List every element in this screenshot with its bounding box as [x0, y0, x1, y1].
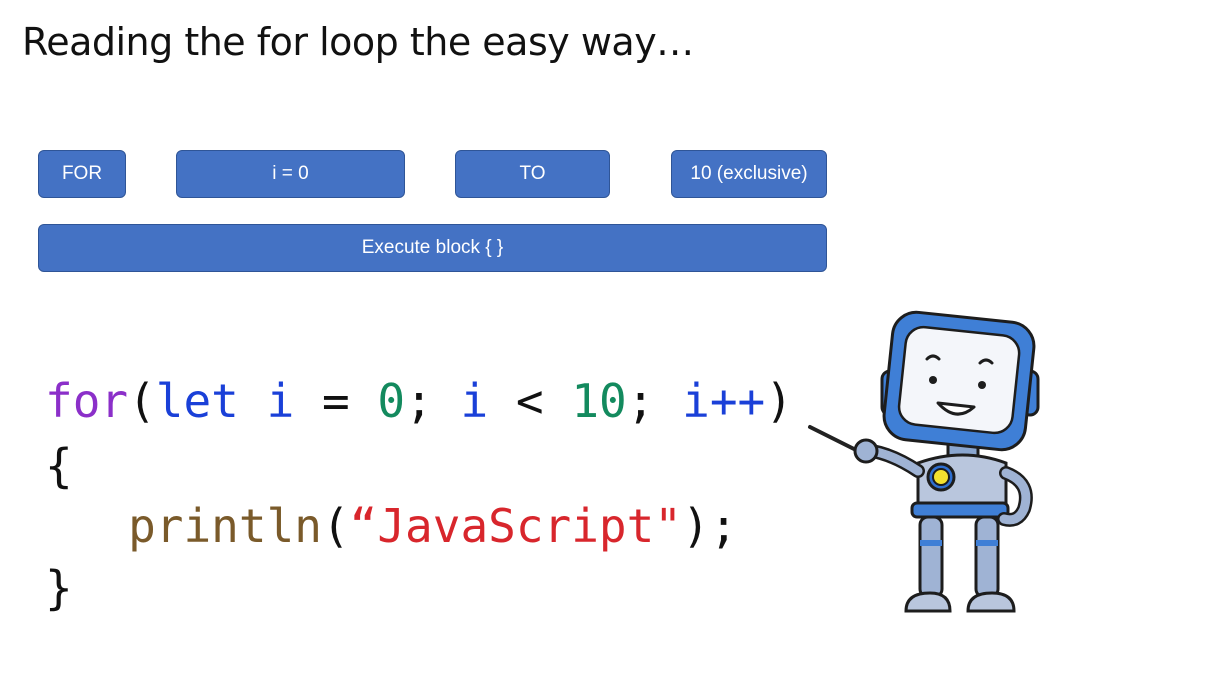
condition-variable: i: [460, 374, 489, 428]
code-line-for: for(let i = 0; i < 10; i++): [45, 378, 793, 424]
paren-close: ): [765, 374, 793, 428]
limit-value: 10: [571, 374, 627, 428]
println-paren-open: (: [321, 499, 350, 553]
semicolon-2: ;: [626, 374, 655, 428]
string-literal: “JavaScript": [349, 499, 683, 553]
loop-variable: i: [266, 374, 295, 428]
increment-expression: i++: [682, 374, 766, 428]
keyword-for: for: [45, 374, 129, 428]
assign-operator: =: [322, 374, 350, 428]
paren-open: (: [128, 374, 156, 428]
code-line-println: println(“JavaScript");: [45, 503, 737, 549]
limit-box: 10 (exclusive): [671, 150, 827, 198]
less-than-operator: <: [515, 374, 544, 428]
robot-teacher-pointer-icon: [808, 310, 1040, 613]
slide-title: Reading the for loop the easy way…: [22, 20, 694, 64]
function-println: println: [128, 499, 322, 553]
semicolon-1: ;: [405, 374, 433, 428]
code-brace-close: }: [45, 561, 73, 615]
init-box: i = 0: [176, 150, 405, 198]
start-value: 0: [377, 374, 406, 428]
statement-end: );: [682, 499, 738, 553]
for-box: FOR: [38, 150, 126, 198]
keyword-let: let: [155, 374, 239, 428]
code-brace-open: {: [45, 439, 73, 493]
to-box: TO: [455, 150, 610, 198]
execute-block-box: Execute block { }: [38, 224, 827, 272]
